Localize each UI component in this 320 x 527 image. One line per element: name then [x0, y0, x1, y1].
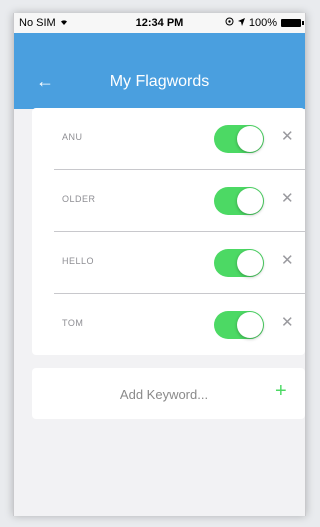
close-icon[interactable]: ✕: [281, 129, 294, 144]
header: ← My Flagwords: [14, 33, 305, 109]
close-icon[interactable]: ✕: [281, 315, 294, 330]
toggle-knob: [237, 126, 263, 152]
phone-screen: No SIM 12:34 PM 100% ← My Flagwords ANU …: [13, 13, 306, 516]
toggle-knob: [237, 250, 263, 276]
close-icon[interactable]: ✕: [281, 253, 294, 268]
battery-percent: 100%: [248, 17, 277, 29]
orientation-lock-icon: [225, 17, 234, 29]
keyword-row: OLDER ✕: [32, 170, 305, 232]
add-keyword-input[interactable]: [72, 368, 256, 421]
keyword-label: ANU: [62, 132, 83, 142]
battery-icon: [281, 19, 304, 27]
location-icon: [237, 17, 245, 29]
status-icons: 100%: [225, 17, 304, 29]
keyword-label: OLDER: [62, 194, 96, 204]
keyword-label: HELLO: [62, 256, 95, 266]
keyword-row: ANU ✕: [32, 108, 305, 170]
keyword-toggle[interactable]: [214, 187, 264, 215]
close-icon[interactable]: ✕: [281, 191, 294, 206]
keyword-label: TOM: [62, 318, 84, 328]
keyword-row: TOM ✕: [32, 294, 305, 356]
keyword-list: ANU ✕ OLDER ✕ HELLO ✕ TOM ✕: [32, 108, 305, 355]
toggle-knob: [237, 188, 263, 214]
keyword-toggle[interactable]: [214, 249, 264, 277]
keyword-toggle[interactable]: [214, 125, 264, 153]
page-title: My Flagwords: [109, 73, 210, 90]
plus-icon[interactable]: +: [275, 381, 287, 401]
status-bar: No SIM 12:34 PM 100%: [14, 13, 305, 33]
add-keyword-box: +: [32, 368, 305, 421]
keyword-toggle[interactable]: [214, 311, 264, 339]
keyword-row: HELLO ✕: [32, 232, 305, 294]
toggle-knob: [237, 312, 263, 338]
